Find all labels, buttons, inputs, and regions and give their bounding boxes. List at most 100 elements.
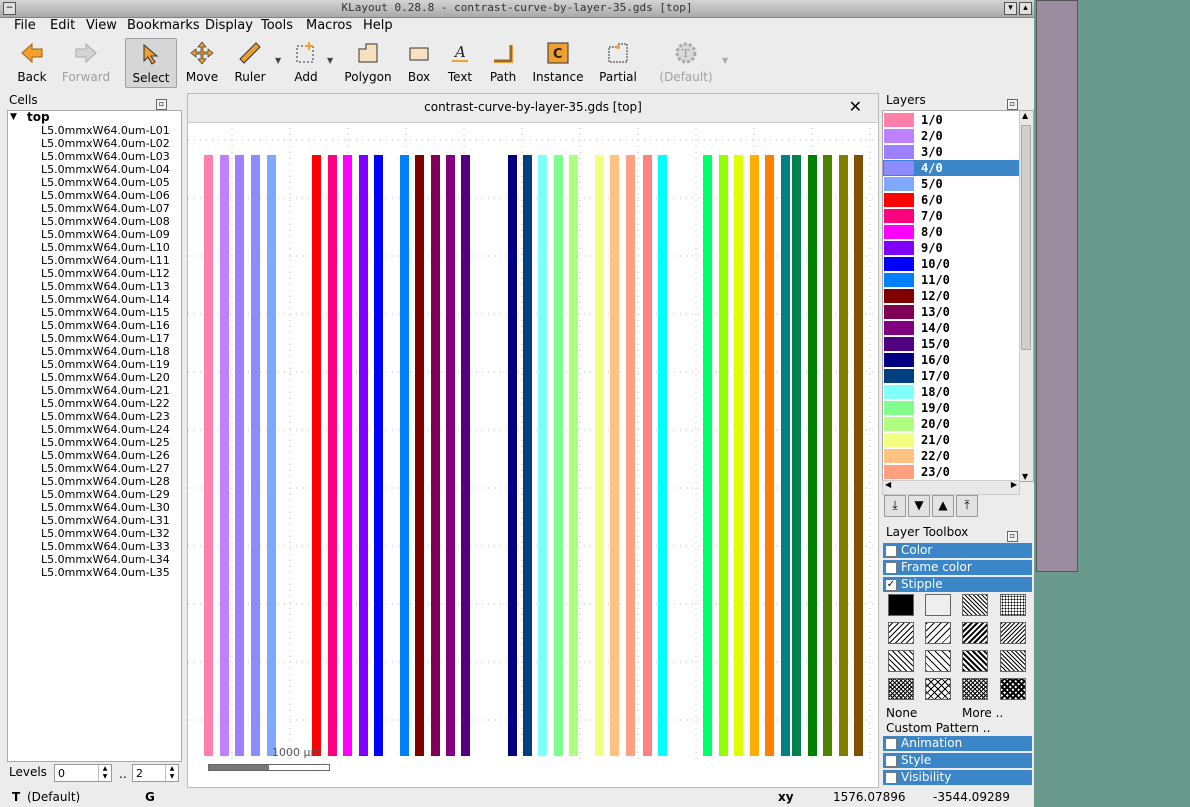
menu-display[interactable]: Display xyxy=(205,18,253,33)
layer-row[interactable]: 2/0 xyxy=(883,128,1019,144)
scroll-left-icon[interactable]: ◀ xyxy=(885,480,891,489)
stipple-checkbox[interactable]: ✓ xyxy=(885,579,897,591)
move-layer-down-button[interactable]: ▼ xyxy=(908,495,930,517)
cell-tree-item[interactable]: L5.0mmxW64.0um-L10 xyxy=(8,241,181,254)
cell-tree-item[interactable]: L5.0mmxW64.0um-L15 xyxy=(8,306,181,319)
cell-tree-item[interactable]: L5.0mmxW64.0um-L07 xyxy=(8,202,181,215)
cell-tree-item[interactable]: L5.0mmxW64.0um-L13 xyxy=(8,280,181,293)
partial-tool-button[interactable]: Partial xyxy=(594,38,642,86)
stipple-more-button[interactable]: More .. xyxy=(962,706,1003,720)
cell-tree-item[interactable]: L5.0mmxW64.0um-L26 xyxy=(8,449,181,462)
move-layer-top-button[interactable]: ⤒ xyxy=(956,495,978,517)
layer-row[interactable]: 8/0 xyxy=(883,224,1019,240)
menu-macros[interactable]: Macros xyxy=(306,18,352,33)
scroll-right-icon[interactable]: ▶ xyxy=(1011,480,1017,489)
stipple-pattern[interactable] xyxy=(888,678,914,700)
stipple-pattern[interactable] xyxy=(925,622,951,644)
color-checkbox[interactable] xyxy=(885,545,897,557)
cell-tree-item[interactable]: L5.0mmxW64.0um-L12 xyxy=(8,267,181,280)
cell-tree-item[interactable]: L5.0mmxW64.0um-L23 xyxy=(8,410,181,423)
cell-tree-root[interactable]: ▼ top xyxy=(8,111,181,124)
layer-row[interactable]: 15/0 xyxy=(883,336,1019,352)
close-view-icon[interactable]: ✕ xyxy=(849,97,862,116)
menu-edit[interactable]: Edit xyxy=(50,18,75,33)
layer-list-hscrollbar[interactable]: ◀ ▶ xyxy=(882,480,1020,495)
cell-tree-item[interactable]: L5.0mmxW64.0um-L34 xyxy=(8,553,181,566)
stipple-pattern[interactable] xyxy=(962,678,988,700)
layer-row[interactable]: 7/0 xyxy=(883,208,1019,224)
ruler-dropdown-icon[interactable]: ▼ xyxy=(275,56,281,65)
cell-tree-item[interactable]: L5.0mmxW64.0um-L04 xyxy=(8,163,181,176)
cell-tree-item[interactable]: L5.0mmxW64.0um-L33 xyxy=(8,540,181,553)
stipple-none-button[interactable]: None xyxy=(886,706,917,720)
cell-tree-item[interactable]: L5.0mmxW64.0um-L25 xyxy=(8,436,181,449)
add-dropdown-icon[interactable]: ▼ xyxy=(327,56,333,65)
cell-tree-item[interactable]: L5.0mmxW64.0um-L05 xyxy=(8,176,181,189)
stipple-pattern[interactable] xyxy=(1000,678,1026,700)
polygon-tool-button[interactable]: Polygon xyxy=(342,38,394,86)
layer-row[interactable]: 5/0 xyxy=(883,176,1019,192)
menu-tools[interactable]: Tools xyxy=(261,18,293,33)
layer-row[interactable]: 17/0 xyxy=(883,368,1019,384)
toolbox-stipple-section[interactable]: ✓ Stipple xyxy=(883,577,1032,592)
layer-row[interactable]: 19/0 xyxy=(883,400,1019,416)
layer-row[interactable]: 20/0 xyxy=(883,416,1019,432)
move-layer-bottom-button[interactable]: ⤓ xyxy=(884,495,906,517)
back-button[interactable]: Back xyxy=(8,38,56,86)
animation-checkbox[interactable] xyxy=(885,738,897,750)
stipple-pattern[interactable] xyxy=(888,622,914,644)
levels-to-spinbox[interactable]: 2 ▲ ▼ xyxy=(132,764,179,782)
stipple-pattern[interactable] xyxy=(888,650,914,672)
layer-row[interactable]: 10/0 xyxy=(883,256,1019,272)
default-dropdown-icon[interactable]: ▼ xyxy=(722,56,728,65)
cell-tree-item[interactable]: L5.0mmxW64.0um-L27 xyxy=(8,462,181,475)
stipple-pattern[interactable] xyxy=(962,594,988,616)
cell-tree-item[interactable]: L5.0mmxW64.0um-L31 xyxy=(8,514,181,527)
scroll-down-icon[interactable]: ▼ xyxy=(1022,472,1028,481)
path-tool-button[interactable]: Path xyxy=(484,38,522,86)
cell-tree-item[interactable]: L5.0mmxW64.0um-L24 xyxy=(8,423,181,436)
float-icon[interactable]: ▫ xyxy=(1007,531,1018,542)
stipple-pattern[interactable] xyxy=(962,622,988,644)
visibility-checkbox[interactable] xyxy=(885,772,897,784)
layer-row[interactable]: 23/0 xyxy=(883,464,1019,480)
layer-row[interactable]: 11/0 xyxy=(883,272,1019,288)
stipple-pattern[interactable] xyxy=(888,594,914,616)
default-template-button[interactable]: T (Default) xyxy=(656,38,716,86)
menu-view[interactable]: View xyxy=(86,18,117,33)
cell-tree-item[interactable]: L5.0mmxW64.0um-L01 xyxy=(8,124,181,137)
float-icon[interactable]: ▫ xyxy=(156,99,167,110)
layer-row[interactable]: 1/0 xyxy=(883,112,1019,128)
levels-from-spinbox[interactable]: 0 ▲ ▼ xyxy=(54,764,112,782)
text-tool-button[interactable]: A Text xyxy=(442,38,478,86)
box-tool-button[interactable]: Box xyxy=(400,38,438,86)
layer-row[interactable]: 3/0 xyxy=(883,144,1019,160)
cell-tree-item[interactable]: L5.0mmxW64.0um-L17 xyxy=(8,332,181,345)
scroll-thumb[interactable] xyxy=(1021,125,1031,350)
cell-tree-item[interactable]: L5.0mmxW64.0um-L29 xyxy=(8,488,181,501)
stipple-pattern[interactable] xyxy=(925,650,951,672)
custom-pattern-button[interactable]: Custom Pattern .. xyxy=(886,721,990,735)
layer-list-scrollbar[interactable]: ▲ ▼ xyxy=(1019,111,1033,481)
cell-tree-item[interactable]: L5.0mmxW64.0um-L14 xyxy=(8,293,181,306)
cell-tree-item[interactable]: L5.0mmxW64.0um-L09 xyxy=(8,228,181,241)
toolbox-visibility-section[interactable]: Visibility xyxy=(883,770,1032,785)
forward-button[interactable]: Forward xyxy=(60,38,112,86)
stipple-pattern[interactable] xyxy=(1000,650,1026,672)
toolbox-frame-color-section[interactable]: Frame color xyxy=(883,560,1032,575)
cell-tree-item[interactable]: L5.0mmxW64.0um-L02 xyxy=(8,137,181,150)
cell-tree-item[interactable]: L5.0mmxW64.0um-L20 xyxy=(8,371,181,384)
layer-row[interactable]: 6/0 xyxy=(883,192,1019,208)
layer-row[interactable]: 4/0 xyxy=(883,160,1019,176)
maximize-button[interactable]: ▴ xyxy=(1019,2,1032,15)
cell-tree-item[interactable]: L5.0mmxW64.0um-L32 xyxy=(8,527,181,540)
layer-row[interactable]: 21/0 xyxy=(883,432,1019,448)
stipple-pattern[interactable] xyxy=(1000,622,1026,644)
select-tool-button[interactable]: Select xyxy=(125,38,177,88)
layer-row[interactable]: 13/0 xyxy=(883,304,1019,320)
cell-tree-item[interactable]: L5.0mmxW64.0um-L30 xyxy=(8,501,181,514)
menu-help[interactable]: Help xyxy=(363,18,393,33)
spin-arrows-icon[interactable]: ▲ ▼ xyxy=(98,765,111,781)
layer-row[interactable]: 14/0 xyxy=(883,320,1019,336)
expand-arrow-icon[interactable]: ▼ xyxy=(10,111,17,124)
